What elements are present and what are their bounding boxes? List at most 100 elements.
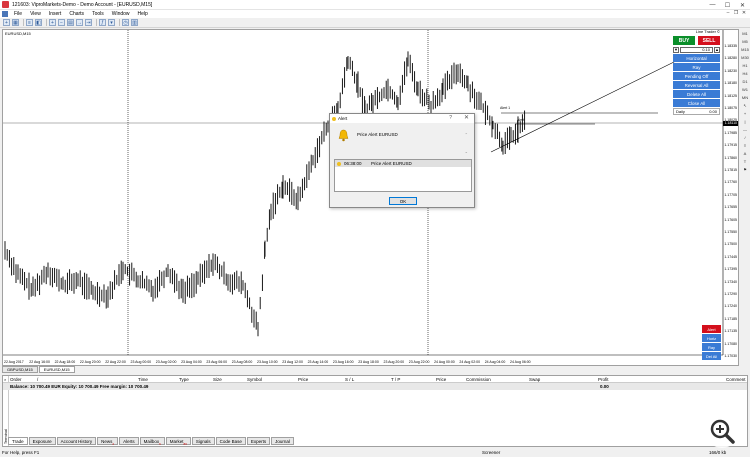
close-button[interactable]: ✕ bbox=[735, 0, 750, 10]
child-close-button[interactable]: ✕ bbox=[740, 10, 748, 16]
templates-dropdown-icon[interactable]: ▥ bbox=[131, 19, 138, 26]
menu-help[interactable]: Help bbox=[134, 11, 152, 17]
scroll-up-icon[interactable]: ⌃ bbox=[465, 132, 468, 137]
period-button[interactable]: / bbox=[740, 133, 750, 141]
period-button[interactable]: H1 bbox=[740, 61, 750, 69]
tab-signals[interactable]: Signals bbox=[191, 437, 215, 445]
new-chart-icon[interactable]: + bbox=[3, 19, 10, 26]
tab-exposure[interactable]: Exposure bbox=[28, 437, 56, 445]
market-watch-icon[interactable]: ≡ bbox=[26, 19, 33, 26]
menu-file[interactable]: File bbox=[10, 11, 26, 17]
horiz-button[interactable]: Horiz bbox=[702, 334, 721, 342]
period-button[interactable]: W1 bbox=[740, 85, 750, 93]
status-profile[interactable]: Screener bbox=[482, 450, 500, 455]
list-item[interactable]: 06:38:00 Price Alert EURUSD bbox=[335, 160, 471, 167]
indicators-icon[interactable]: ƒ bbox=[99, 19, 106, 26]
period-button[interactable]: — bbox=[740, 125, 750, 133]
child-minimize-button[interactable]: – bbox=[724, 10, 732, 16]
tab-journal[interactable]: Journal bbox=[271, 437, 294, 445]
templates-icon[interactable]: ▾ bbox=[108, 19, 115, 26]
buy-button[interactable]: BUY bbox=[673, 36, 695, 45]
col-type[interactable]: Type bbox=[179, 377, 189, 382]
menu-window[interactable]: Window bbox=[108, 11, 134, 17]
menu-charts[interactable]: Charts bbox=[65, 11, 88, 17]
chart-tab-eurusd[interactable]: EURUSD,M15 bbox=[38, 366, 75, 373]
menu-view[interactable]: View bbox=[26, 11, 45, 17]
col-swap[interactable]: Swap bbox=[529, 377, 540, 382]
col-order[interactable]: Order bbox=[10, 377, 22, 382]
tab-news[interactable]: News2 bbox=[97, 437, 119, 446]
ok-button[interactable]: OK bbox=[389, 197, 417, 205]
alert-history-list[interactable]: 06:38:00 Price Alert EURUSD bbox=[334, 159, 472, 192]
chart-window-icon bbox=[2, 11, 8, 17]
chart-tab-gbpusd[interactable]: GBPUSD,M15 bbox=[2, 366, 38, 373]
ray-button[interactable]: Ray bbox=[673, 63, 720, 71]
period-button[interactable]: ⚑ bbox=[740, 165, 750, 173]
col-time[interactable]: Time bbox=[138, 377, 148, 382]
tab-market[interactable]: Market86 bbox=[165, 437, 191, 446]
period-button[interactable]: A bbox=[740, 149, 750, 157]
pending-off-button[interactable]: Pending Off bbox=[673, 72, 720, 80]
horizontal-button[interactable]: Horizontal bbox=[673, 54, 720, 62]
col-symbol[interactable]: Symbol bbox=[247, 377, 262, 382]
profiles-icon[interactable]: ▦ bbox=[12, 19, 19, 26]
news-badge: 2 bbox=[112, 441, 115, 446]
col-price[interactable]: Price bbox=[298, 377, 308, 382]
col-profit[interactable]: Profit bbox=[598, 377, 609, 382]
col-sl[interactable]: S / L bbox=[345, 377, 354, 382]
delete-all-button[interactable]: Delete All bbox=[673, 90, 720, 98]
period-button[interactable]: + bbox=[740, 109, 750, 117]
alert-button[interactable]: Alert bbox=[702, 325, 721, 333]
lot-decrease-button[interactable]: ▼ bbox=[673, 46, 679, 53]
zoom-in-icon[interactable]: + bbox=[49, 19, 56, 26]
col-price-current[interactable]: Price bbox=[436, 377, 446, 382]
period-button[interactable]: T bbox=[740, 157, 750, 165]
tile-icon[interactable]: ▤ bbox=[67, 19, 74, 26]
col-commission[interactable]: Commission bbox=[466, 377, 491, 382]
col-tp[interactable]: T / P bbox=[391, 377, 400, 382]
time-tick-label: 24 Aug 06:00 bbox=[510, 360, 531, 364]
maximize-button[interactable]: ☐ bbox=[720, 0, 735, 10]
close-all-button[interactable]: Close All bbox=[673, 99, 720, 107]
tab-alerts[interactable]: Alerts bbox=[119, 437, 139, 445]
dialog-close-button[interactable]: ✕ bbox=[464, 114, 469, 121]
tab-code-base[interactable]: Code Base bbox=[215, 437, 246, 445]
trend-ray-line[interactable] bbox=[490, 59, 679, 153]
col-size[interactable]: Size bbox=[213, 377, 222, 382]
sell-button[interactable]: SELL bbox=[698, 36, 720, 45]
tab-trade[interactable]: Trade bbox=[8, 437, 28, 445]
periods-icon[interactable]: ◷ bbox=[122, 19, 129, 26]
reversal-all-button[interactable]: Reversal All bbox=[673, 81, 720, 89]
navigator-icon[interactable]: ◧ bbox=[35, 19, 42, 26]
menu-insert[interactable]: Insert bbox=[45, 11, 66, 17]
tab-experts[interactable]: Experts bbox=[246, 437, 271, 445]
period-button[interactable]: | bbox=[740, 117, 750, 125]
child-restore-button[interactable]: ❐ bbox=[732, 10, 740, 16]
window-controls: — ☐ ✕ bbox=[705, 0, 750, 10]
lot-size-input[interactable]: 0.10 bbox=[680, 46, 713, 53]
period-button[interactable]: MN bbox=[740, 93, 750, 101]
period-button[interactable]: H4 bbox=[740, 69, 750, 77]
period-button[interactable]: M5 bbox=[740, 37, 750, 45]
tab-mailbox[interactable]: Mailbox6 bbox=[139, 437, 165, 446]
autoscroll-icon[interactable]: ⇥ bbox=[85, 19, 92, 26]
col-comment[interactable]: Comment bbox=[726, 377, 746, 382]
period-button[interactable]: ≡ bbox=[740, 141, 750, 149]
scroll-down-icon[interactable]: ⌄ bbox=[465, 149, 468, 154]
period-button[interactable]: M30 bbox=[740, 53, 750, 61]
period-button[interactable]: ↖ bbox=[740, 101, 750, 109]
minimize-button[interactable]: — bbox=[705, 0, 720, 10]
lot-increase-button[interactable]: ▲ bbox=[714, 46, 720, 53]
delete-alerts-button[interactable]: Del All bbox=[702, 352, 721, 360]
period-button[interactable]: D1 bbox=[740, 77, 750, 85]
help-button[interactable]: ? bbox=[449, 115, 452, 121]
ray-alert-button[interactable]: Ray bbox=[702, 343, 721, 351]
balance-row[interactable]: Balance: 10 700.49 EUR Equity: 10 700.49… bbox=[3, 383, 747, 390]
menu-tools[interactable]: Tools bbox=[88, 11, 108, 17]
period-button[interactable]: M15 bbox=[740, 45, 750, 53]
scroll-icon[interactable]: → bbox=[76, 19, 83, 26]
period-button[interactable]: M1 bbox=[740, 29, 750, 37]
magnifier-zoom-icon[interactable] bbox=[706, 416, 738, 448]
zoom-out-icon[interactable]: − bbox=[58, 19, 65, 26]
tab-account-history[interactable]: Account History bbox=[56, 437, 97, 445]
